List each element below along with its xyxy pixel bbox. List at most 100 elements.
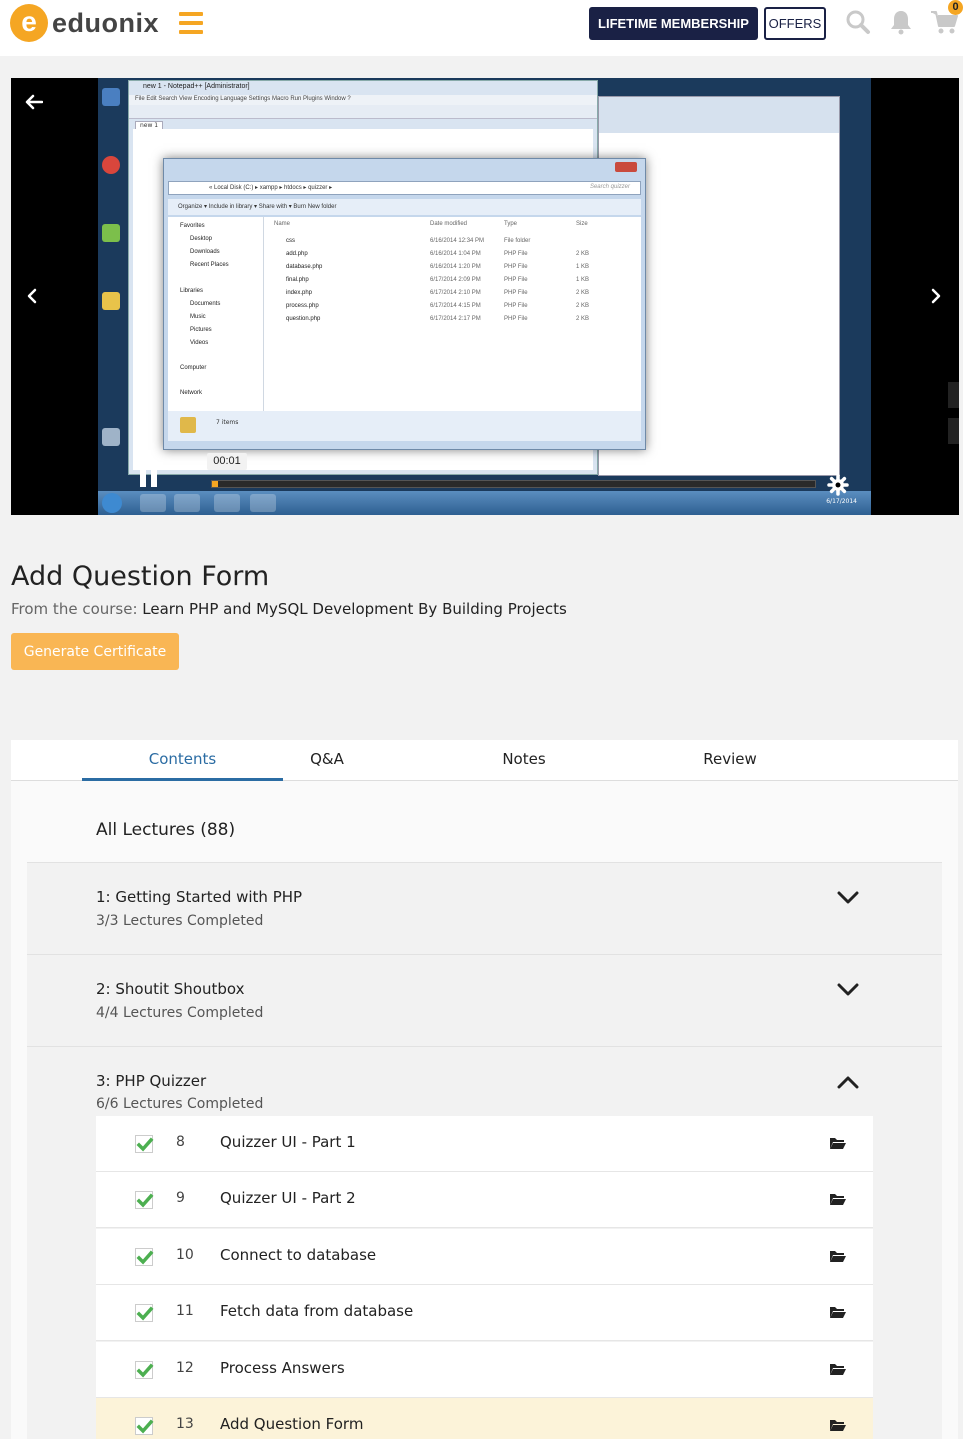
taskbar-chrome-icon <box>214 494 240 512</box>
explorer-nav-item: Favorites <box>180 223 205 229</box>
chevron-up-icon[interactable] <box>837 1075 859 1089</box>
previous-lecture-icon[interactable] <box>26 288 38 304</box>
lecture-number: 13 <box>176 1416 194 1432</box>
video-progress-fill <box>212 481 219 487</box>
lecture-number: 11 <box>176 1303 194 1319</box>
completed-check-icon[interactable] <box>135 1135 154 1153</box>
explorer-column-header: Name <box>274 221 291 227</box>
generate-certificate-button[interactable]: Generate Certificate <box>11 633 179 670</box>
fullscreen-icon[interactable] <box>948 382 959 408</box>
recycle-bin-icon <box>102 428 120 446</box>
explorer-file-name: database.php <box>286 264 323 270</box>
explorer-file-type: File folder <box>504 238 531 244</box>
taskbar-media-icon <box>174 494 200 512</box>
explorer-nav-item: Recent Places <box>190 262 229 268</box>
section-title[interactable]: 3: PHP Quizzer <box>96 1072 206 1090</box>
lecture-title-link[interactable]: Add Question Form <box>220 1415 363 1433</box>
explorer-file-size: 2 KB <box>576 316 590 322</box>
video-player[interactable]: new 1 - Notepad++ [Administrator] File E… <box>11 78 959 515</box>
section-progress: 3/3 Lectures Completed <box>96 913 264 929</box>
folder-open-icon[interactable] <box>829 1136 847 1150</box>
settings-gear-icon[interactable] <box>827 474 849 496</box>
lecture-row[interactable]: 12 Process Answers <box>96 1342 873 1398</box>
top-header: e eduonix LIFETIME MEMBERSHIP OFFERS 0 <box>0 0 963 56</box>
back-arrow-icon[interactable] <box>25 94 43 110</box>
folder-open-icon[interactable] <box>829 1362 847 1376</box>
lifetime-membership-button[interactable]: LIFETIME MEMBERSHIP <box>589 7 758 40</box>
all-lectures-heading: All Lectures (88) <box>96 820 236 840</box>
start-button-icon <box>102 493 122 513</box>
lecture-title-link[interactable]: Quizzer UI - Part 1 <box>220 1133 356 1151</box>
explorer-file-size: 1 KB <box>576 277 590 283</box>
explorer-status-bar: 7 items <box>168 411 641 441</box>
hamburger-menu-icon[interactable] <box>179 12 203 34</box>
lecture-title-link[interactable]: Connect to database <box>220 1246 376 1264</box>
section-item[interactable]: 1: Getting Started with PHP 3/3 Lectures… <box>27 862 942 954</box>
pause-icon[interactable] <box>137 466 161 488</box>
explorer-file-type: PHP File <box>504 303 528 309</box>
tab-notes[interactable]: Notes <box>479 740 569 781</box>
search-icon[interactable] <box>845 9 871 35</box>
picture-in-picture-icon[interactable] <box>948 418 959 444</box>
section-title: 2: Shoutit Shoutbox <box>96 980 245 998</box>
explorer-nav-item: Videos <box>190 340 209 346</box>
bell-icon[interactable] <box>889 9 913 35</box>
windows-taskbar: 6/17/2014 <box>98 491 871 515</box>
explorer-nav-item: Desktop <box>190 236 213 242</box>
explorer-file-date: 6/17/2014 2:17 PM <box>430 316 481 322</box>
lecture-row[interactable]: 11 Fetch data from database <box>96 1285 873 1341</box>
folder-open-icon[interactable] <box>829 1192 847 1206</box>
explorer-file-type: PHP File <box>504 277 528 283</box>
completed-check-icon[interactable] <box>135 1191 154 1209</box>
lecture-row-active[interactable]: 13 Add Question Form <box>96 1398 873 1439</box>
offers-button[interactable]: OFFERS <box>764 7 826 40</box>
lecture-title-link[interactable]: Quizzer UI - Part 2 <box>220 1189 356 1207</box>
folder-open-icon[interactable] <box>829 1305 847 1319</box>
completed-check-icon[interactable] <box>135 1248 154 1266</box>
lecture-title-link[interactable]: Process Answers <box>220 1359 345 1377</box>
explorer-nav-pane: Favorites Desktop Downloads Recent Places Li… <box>168 217 264 411</box>
explorer-file-name: question.php <box>286 316 321 322</box>
notepad-toolbar <box>129 105 597 119</box>
lecture-row[interactable]: 9 Quizzer UI - Part 2 <box>96 1172 873 1228</box>
current-time: 00:01 <box>207 453 247 470</box>
course-name[interactable]: Learn PHP and MySQL Development By Build… <box>142 600 567 618</box>
completed-check-icon[interactable] <box>135 1361 154 1379</box>
explorer-command-bar: Organize ▾ Include in library ▾ Share wi… <box>168 199 641 215</box>
section-progress: 4/4 Lectures Completed <box>96 1005 264 1021</box>
chevron-down-icon[interactable] <box>837 983 859 997</box>
tab-contents[interactable]: Contents <box>82 740 283 781</box>
completed-check-icon[interactable] <box>135 1304 154 1322</box>
video-progress-bar[interactable] <box>211 480 816 488</box>
explorer-column-header: Date modified <box>430 221 468 227</box>
lecture-title-link[interactable]: Fetch data from database <box>220 1302 413 1320</box>
explorer-column-header: Size <box>576 221 588 227</box>
tab-qa[interactable]: Q&A <box>283 740 371 781</box>
explorer-file-date: 6/17/2014 4:15 PM <box>430 303 481 309</box>
logo-text: eduonix <box>52 7 160 38</box>
chevron-down-icon[interactable] <box>837 891 859 905</box>
lecture-row[interactable]: 10 Connect to database <box>96 1229 873 1285</box>
next-lecture-icon[interactable] <box>930 288 942 304</box>
folder-open-icon[interactable] <box>829 1418 847 1432</box>
explorer-file-name: index.php <box>286 290 313 296</box>
window-close-icon <box>615 162 637 172</box>
course-line: From the course: Learn PHP and MySQL Dev… <box>11 600 567 618</box>
folder-icon <box>180 417 196 433</box>
explorer-address-bar: « Local Disk (C:) ▸ xampp ▸ htdocs ▸ qui… <box>168 181 641 195</box>
lecture-number: 9 <box>176 1190 185 1206</box>
tab-review[interactable]: Review <box>683 740 777 781</box>
explorer-file-type: PHP File <box>504 316 528 322</box>
lecture-row[interactable]: 8 Quizzer UI - Part 1 <box>96 1116 873 1172</box>
eduonix-logo[interactable]: e eduonix <box>10 3 159 43</box>
lecture-number: 10 <box>176 1247 194 1263</box>
explorer-item-count: 7 items <box>216 419 239 426</box>
section-item[interactable]: 2: Shoutit Shoutbox 4/4 Lectures Complet… <box>27 954 942 1046</box>
taskbar-explorer-icon <box>140 494 166 512</box>
completed-check-icon[interactable] <box>135 1417 154 1435</box>
folder-open-icon[interactable] <box>829 1249 847 1263</box>
explorer-nav-item: Documents <box>190 301 221 307</box>
course-prefix: From the course: <box>11 600 138 618</box>
explorer-file-type: PHP File <box>504 290 528 296</box>
explorer-file-type: PHP File <box>504 251 528 257</box>
